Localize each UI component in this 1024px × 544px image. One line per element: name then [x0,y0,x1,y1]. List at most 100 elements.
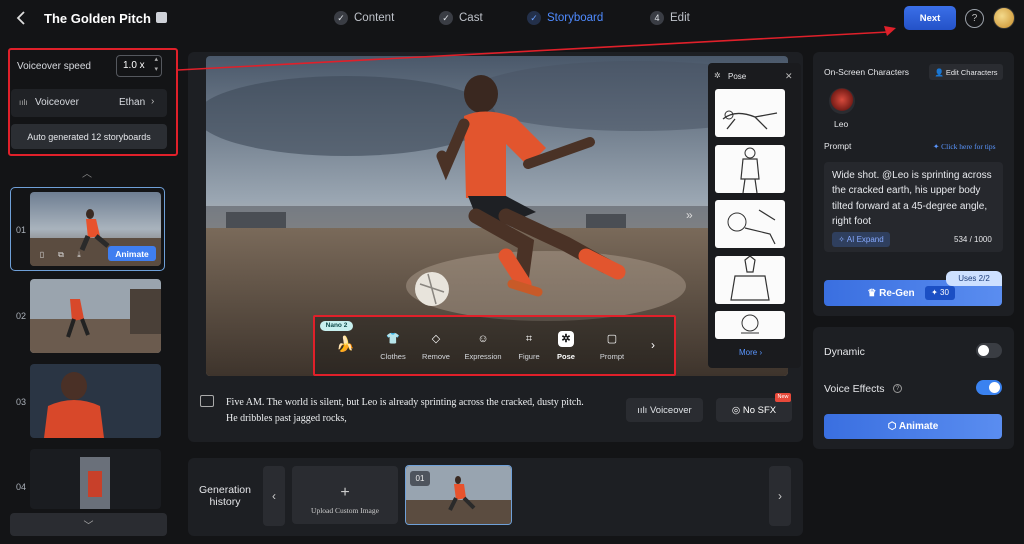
plus-icon: + [340,483,350,501]
upload-label: Upload Custom Image [311,505,379,515]
pose-icon: ✲ [714,71,721,80]
upload-custom-image-button[interactable]: + Upload Custom Image [292,466,398,524]
shirt-icon: 👕 [386,333,400,345]
animate-button[interactable]: ⬡ Animate [824,414,1002,439]
prompt-icon: ▢ [606,333,618,345]
onscreen-characters-label: On-Screen Characters [824,67,910,77]
step-label: Storyboard [547,12,604,24]
toggle-knob [978,345,989,356]
character-name: Leo [834,119,849,129]
tool-expression[interactable]: ☺ Expression [463,331,503,361]
crown-icon: ♛ [867,287,880,299]
pose-title: Pose [728,72,747,81]
image-next-icon[interactable]: » [686,208,693,222]
credits-value: 30 [940,288,949,297]
pose-option-1[interactable] [715,89,785,137]
pose-option-3[interactable] [715,200,785,248]
regen-label: Re-Gen [879,287,915,299]
toggle-knob [989,382,1000,393]
step-label: Content [354,12,395,24]
chevron-right-icon[interactable]: › [651,338,655,352]
sfx-icon: ◎ [731,404,743,416]
step-content[interactable]: ✓ Content [334,10,394,26]
char-count: 534 / 1000 [954,235,992,244]
character-avatar[interactable] [829,88,855,114]
sparkle-icon: ✦ [933,142,942,151]
tool-prompt[interactable]: ▢ Prompt [592,331,632,361]
edit-title-icon[interactable] [156,12,167,23]
dynamic-label: Dynamic [824,346,865,358]
storyboard-thumb-2[interactable] [30,279,161,353]
narration-caption[interactable]: Five AM. The world is silent, but Leo is… [226,395,626,427]
uses-badge: Uses 2/2 [946,271,1002,286]
animate-icon: ⬡ [887,421,899,432]
tool-remove[interactable]: ◇ Remove [416,331,456,361]
tool-label: Figure [518,352,540,361]
delete-icon[interactable]: ▯ [37,250,47,260]
tips-label: Click here for tips [941,142,996,151]
help-icon[interactable]: ? [965,9,984,28]
copy-icon[interactable]: ⧉ [56,250,66,260]
pose-option-4[interactable] [715,256,785,304]
pose-option-5[interactable] [715,311,785,339]
new-badge: New [775,393,791,402]
tips-link[interactable]: ✦ Click here for tips [933,142,996,151]
step-cast[interactable]: ✓ Cast [439,10,483,26]
scroll-down-button[interactable]: ﹀ [10,513,167,536]
next-button[interactable]: Next [904,6,956,30]
chevron-up-icon[interactable]: ︿ [82,165,92,180]
tool-label: Expression [464,352,502,361]
tool-label: Prompt [599,352,625,361]
tool-figure[interactable]: ⌗ Figure [509,331,549,361]
figure-icon: ⌗ [525,333,533,345]
waveform-icon: ıılı [637,404,650,416]
ai-expand-button[interactable]: ✧ AI Expand [832,232,890,247]
info-icon[interactable]: ? [893,384,902,393]
animate-thumb-button[interactable]: Animate [108,246,156,261]
step-number: 4 [650,11,664,25]
history-next-button[interactable]: › [769,466,791,526]
nano-badge: Nano 2 [320,321,353,331]
ai-icon: ✧ [838,235,847,244]
animate-label: Animate [898,421,939,432]
history-thumb-number: 01 [410,471,430,486]
tool-label: Pose [557,352,575,361]
voice-effects-toggle[interactable] [976,380,1002,395]
tool-label: Clothes [380,352,406,361]
step-label: Cast [459,12,483,24]
eraser-icon: ◇ [431,333,441,345]
storyboard-number: 04 [16,482,27,492]
top-bar [0,0,1024,38]
voice-effects-label: Voice Effects [824,383,885,395]
tool-pose[interactable]: ✲ Pose [546,331,586,361]
tool-label: Remove [422,352,450,361]
check-icon: ✓ [439,11,453,25]
project-title: The Golden Pitch [44,11,151,26]
user-avatar[interactable] [993,7,1015,29]
step-storyboard[interactable]: ✓ Storyboard [527,10,603,26]
credits-badge: ✦ 30 [925,286,955,300]
close-icon[interactable]: ✕ [785,71,793,82]
dynamic-toggle[interactable] [976,343,1002,358]
back-arrow-icon[interactable] [14,9,30,27]
caption-icon [200,395,214,407]
banana-icon[interactable]: 🍌 [336,335,355,353]
caption-line-2: He dribbles past jagged rocks, [226,413,347,424]
person-icon: 👤 [934,67,946,77]
step-label: Edit [670,12,690,24]
history-prev-button[interactable]: ‹ [263,466,285,526]
storyboard-thumb-4[interactable] [30,449,161,509]
edit-characters-label: Edit Characters [945,67,998,77]
step-edit[interactable]: 4 Edit [650,10,690,26]
pose-more-link[interactable]: More › [739,348,762,357]
download-icon[interactable]: ⤓ [74,250,84,260]
sfx-button-label: No SFX [742,404,777,416]
voiceover-button[interactable]: ıılı Voiceover [626,398,703,422]
edit-characters-button[interactable]: 👤 Edit Characters [929,64,1003,80]
tool-clothes[interactable]: 👕 Clothes [373,331,413,361]
pose-option-2[interactable] [715,145,785,193]
voiceover-button-label: Voiceover [649,404,692,416]
storyboard-thumb-3[interactable] [30,364,161,438]
prompt-label: Prompt [824,141,852,151]
highlight-box [8,48,178,156]
